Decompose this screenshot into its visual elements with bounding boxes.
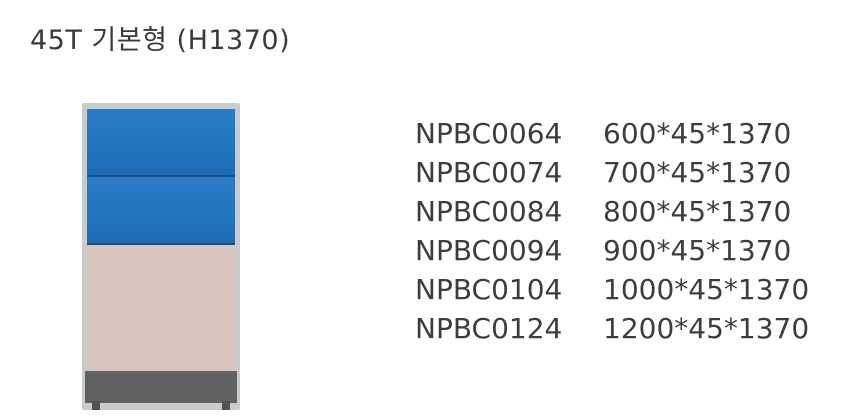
product-spec-list: NPBC0064 600*45*1370 NPBC0074 700*45*137… [415,114,809,348]
panel-foot [92,401,100,410]
product-size: 600*45*1370 [603,117,792,150]
list-item: NPBC0064 600*45*1370 [415,114,809,153]
list-item: NPBC0084 800*45*1370 [415,192,809,231]
product-code: NPBC0104 [415,273,563,306]
panel-blue-top-section [87,109,235,175]
panel-blue-middle-section [87,177,235,243]
panel-fabric-section [87,245,235,371]
panel-foot [222,401,230,410]
product-size: 1000*45*1370 [603,273,810,306]
product-code: NPBC0094 [415,234,563,267]
product-size: 1200*45*1370 [603,312,810,345]
product-code: NPBC0084 [415,195,563,228]
list-item: NPBC0094 900*45*1370 [415,231,809,270]
panel-base [85,371,237,403]
page-title: 45T 기본형 (H1370) [30,25,291,56]
product-size: 900*45*1370 [603,234,792,267]
product-code: NPBC0074 [415,156,563,189]
partition-panel-image [82,103,240,410]
product-size: 800*45*1370 [603,195,792,228]
product-size: 700*45*1370 [603,156,792,189]
list-item: NPBC0124 1200*45*1370 [415,309,809,348]
list-item: NPBC0104 1000*45*1370 [415,270,809,309]
product-code: NPBC0064 [415,117,563,150]
product-code: NPBC0124 [415,312,563,345]
list-item: NPBC0074 700*45*1370 [415,153,809,192]
